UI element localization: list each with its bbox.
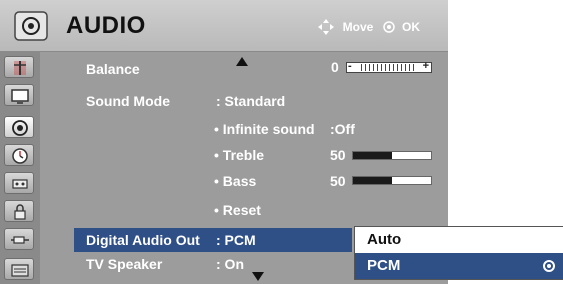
sidebar-item-time[interactable]	[4, 144, 34, 166]
dropdown-option-auto[interactable]: Auto	[355, 227, 563, 253]
menu-frame: AUDIO Move OK Balance 0 - + Sound Mode:…	[0, 0, 563, 284]
balance-tick	[393, 64, 394, 71]
digital-audio-out-label: Digital Audio Out	[86, 232, 200, 248]
balance-tick	[373, 64, 374, 71]
balance-tick	[413, 64, 414, 71]
balance-tick	[409, 64, 410, 71]
balance-tick	[377, 64, 378, 71]
navigation-arrows-icon	[317, 18, 335, 36]
balance-slider[interactable]: - +	[346, 60, 432, 73]
digital-audio-out-dropdown: Auto PCM	[354, 226, 563, 280]
menu-header: AUDIO Move OK	[0, 0, 448, 52]
treble-slider-fill	[353, 152, 392, 159]
balance-minus-icon: -	[348, 60, 352, 72]
speaker-icon	[14, 11, 48, 41]
treble-label: • Treble	[214, 147, 265, 163]
sidebar-item-option[interactable]	[4, 172, 34, 194]
sidebar-item-setup[interactable]	[4, 56, 34, 78]
sidebar-item-lock[interactable]	[4, 200, 34, 222]
sound-mode-row[interactable]: Sound Mode : Standard	[86, 89, 386, 113]
media-icon	[11, 264, 29, 277]
dropdown-option-label: Auto	[367, 231, 402, 248]
hint-move-label: Move	[342, 20, 374, 34]
audio-icon	[12, 120, 28, 136]
treble-value: 50	[330, 147, 346, 163]
balance-label: Balance	[86, 61, 140, 77]
balance-tick	[405, 64, 406, 71]
dropdown-option-label: PCM	[367, 257, 401, 274]
page-title: AUDIO	[66, 12, 146, 39]
reset-label: • Reset	[214, 202, 261, 218]
scroll-down-arrow-icon[interactable]	[252, 272, 264, 281]
reset-row[interactable]: • Reset	[86, 198, 406, 222]
balance-tick	[385, 64, 386, 71]
option-icon	[12, 179, 28, 189]
ok-button-icon	[382, 21, 395, 33]
balance-tick	[401, 64, 402, 71]
digital-audio-out-value: : PCM	[216, 232, 256, 248]
input-icon	[11, 236, 29, 244]
scroll-up-arrow-icon[interactable]	[236, 57, 248, 66]
treble-slider[interactable]	[352, 151, 432, 160]
sound-mode-value: : Standard	[216, 93, 286, 109]
balance-tick	[369, 64, 370, 71]
picture-icon	[11, 89, 29, 104]
sidebar-item-input[interactable]	[4, 228, 34, 250]
balance-tick	[397, 64, 398, 71]
navigation-hint: Move OK	[317, 18, 420, 36]
balance-row[interactable]: Balance	[86, 57, 236, 81]
balance-tick	[389, 64, 390, 71]
bass-slider-fill	[353, 177, 392, 184]
clock-icon	[12, 148, 28, 164]
bass-label: • Bass	[214, 173, 257, 189]
sound-mode-label: Sound Mode	[86, 93, 170, 109]
infinite-sound-value: :Off	[330, 121, 355, 137]
bass-value: 50	[330, 173, 346, 189]
balance-tick	[365, 64, 366, 71]
tv-speaker-row[interactable]: TV Speaker : On	[86, 252, 352, 276]
lock-icon	[14, 204, 26, 220]
infinite-sound-row[interactable]: • Infinite sound :Off	[86, 117, 406, 141]
hint-ok-label: OK	[402, 20, 420, 34]
tv-speaker-value: : On	[216, 256, 244, 272]
infinite-sound-label: • Infinite sound	[214, 121, 315, 137]
dropdown-option-pcm[interactable]: PCM	[355, 253, 563, 279]
sidebar-item-picture[interactable]	[4, 84, 34, 106]
balance-value: 0	[331, 59, 339, 75]
antenna-icon	[14, 61, 26, 75]
tv-speaker-label: TV Speaker	[86, 256, 163, 272]
balance-tick	[361, 64, 362, 71]
balance-tick	[381, 64, 382, 71]
balance-plus-icon: +	[422, 60, 429, 72]
digital-audio-out-row[interactable]: Digital Audio Out : PCM	[86, 228, 352, 252]
bass-slider[interactable]	[352, 176, 432, 185]
sidebar-item-media[interactable]	[4, 258, 34, 280]
selected-radio-icon	[543, 260, 555, 272]
sidebar-item-audio[interactable]	[4, 116, 34, 138]
